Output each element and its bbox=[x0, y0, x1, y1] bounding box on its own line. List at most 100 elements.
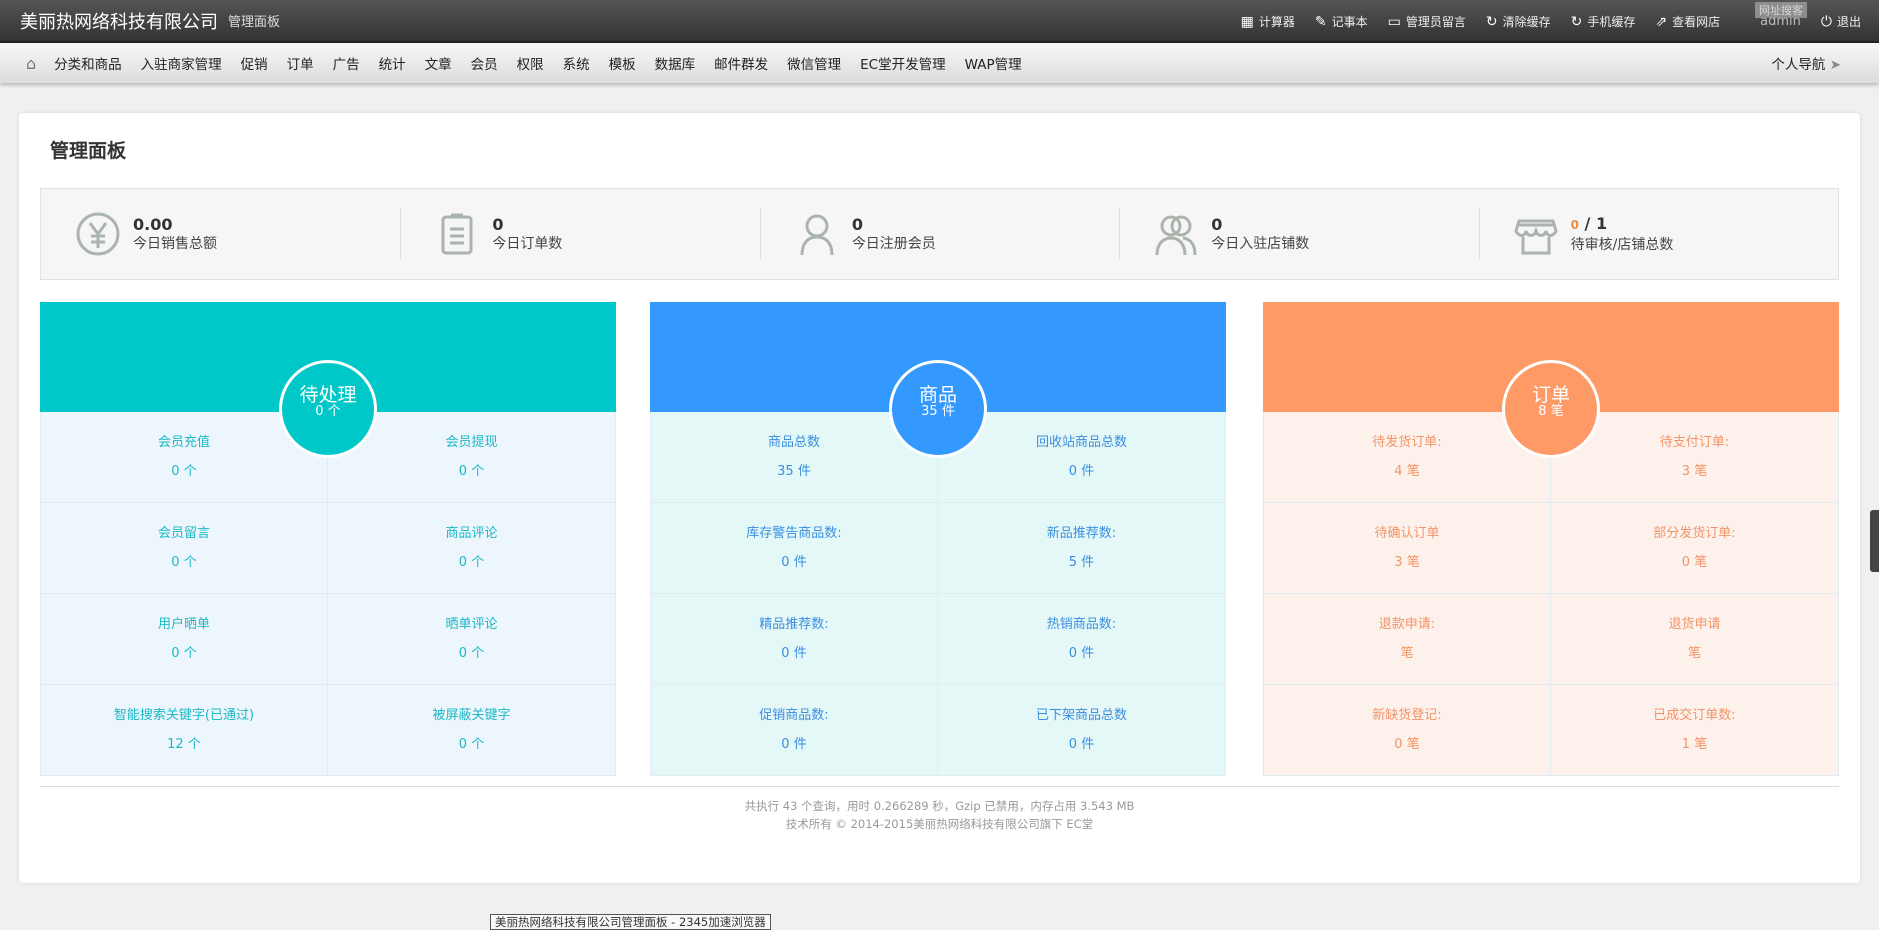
cell-label: 待支付订单: bbox=[1659, 435, 1730, 450]
cell-value: 3 笔 bbox=[1394, 555, 1420, 570]
panel-count: 0 个 bbox=[315, 404, 341, 419]
cell-value: 0 件 bbox=[1068, 464, 1095, 479]
cell-label: 促销商品数: bbox=[759, 708, 829, 723]
cell-label: 库存警告商品数: bbox=[746, 526, 842, 541]
home-icon[interactable]: ⌂ bbox=[26, 54, 36, 73]
nav-item[interactable]: 入驻商家管理 bbox=[141, 53, 222, 73]
top-link-5[interactable]: ⇗ 查看网店 bbox=[1655, 13, 1720, 30]
panel-badge: 订单 8 笔 bbox=[1502, 360, 1600, 458]
nav-item[interactable]: 分类和商品 bbox=[54, 53, 122, 73]
pending-count: 0 bbox=[1570, 217, 1579, 232]
nav-item[interactable]: 系统 bbox=[563, 53, 590, 73]
power-icon: ⏻ bbox=[1820, 13, 1832, 30]
panel-cell[interactable]: 智能搜索关键字(已通过) 12 个 bbox=[41, 685, 328, 776]
top-link-3[interactable]: ↻ 清除缓存 bbox=[1486, 13, 1551, 30]
nav-item[interactable]: 模板 bbox=[609, 53, 636, 73]
cell-label: 回收站商品总数 bbox=[1035, 435, 1127, 450]
cell-label: 会员提现 bbox=[445, 435, 498, 450]
logout-button[interactable]: ⏻ 退出 bbox=[1821, 13, 1861, 30]
cell-label: 用户晒单 bbox=[157, 617, 210, 632]
panel-cell[interactable]: 退货申请笔 bbox=[1551, 594, 1838, 685]
yen-icon bbox=[76, 212, 120, 256]
footer-stats: 共执行 43 个查询，用时 0.266289 秒，Gzip 已禁用，内存占用 3… bbox=[744, 799, 1135, 813]
edit-icon: ✎ bbox=[1314, 13, 1327, 30]
panel-cell[interactable]: 促销商品数: 0 件 bbox=[651, 685, 938, 776]
cell-label: 待发货订单: bbox=[1372, 435, 1442, 450]
footer-divider bbox=[40, 786, 1839, 787]
nav-item[interactable]: 促销 bbox=[241, 53, 268, 73]
refresh-icon: ↻ bbox=[1570, 13, 1583, 30]
cell-value: 3 笔 bbox=[1681, 464, 1708, 479]
top-link-0[interactable]: ▦ 计算器 bbox=[1241, 13, 1295, 30]
nav-item[interactable]: 微信管理 bbox=[787, 53, 841, 73]
panel-count: 35 件 bbox=[921, 404, 955, 419]
brand-name: 美丽热网络科技有限公司 bbox=[20, 11, 218, 33]
refresh-icon: ↻ bbox=[1485, 13, 1498, 30]
panel-cell[interactable]: 库存警告商品数: 0 件 bbox=[651, 503, 938, 594]
top-link-4[interactable]: ↻ 手机缓存 bbox=[1571, 13, 1636, 30]
panel-cell[interactable]: 商品评论 0 个 bbox=[328, 503, 615, 594]
cell-value: 0 个 bbox=[458, 646, 485, 661]
nav-item[interactable]: 邮件群发 bbox=[714, 53, 768, 73]
top-link-label: 计算器 bbox=[1258, 15, 1295, 29]
panel-0: 待处理 0 个会员充值 0 个会员提现 0 个会员留言 0 个商品评论 0 个用户晒单 0 … bbox=[40, 302, 616, 776]
panel-cell[interactable]: 热销商品数: 0 件 bbox=[938, 594, 1225, 685]
cell-label: 退货申请 bbox=[1668, 617, 1721, 632]
panel-badge: 待处理 0 个 bbox=[279, 360, 377, 458]
cell-label: 新品推荐数: bbox=[1046, 526, 1117, 541]
cell-value: 35 件 bbox=[777, 464, 811, 479]
panel-cell[interactable]: 新缺货登记: 0 笔 bbox=[1264, 685, 1551, 776]
panel-cell[interactable]: 新品推荐数: 5 件 bbox=[938, 503, 1225, 594]
cell-value: 0 个 bbox=[458, 464, 485, 479]
panel-cell[interactable]: 精品推荐数: 0 件 bbox=[651, 594, 938, 685]
cell-label: 待确认订单 bbox=[1374, 526, 1440, 541]
nav-item[interactable]: 文章 bbox=[425, 53, 452, 73]
panel-title: 待处理 bbox=[299, 384, 357, 406]
footer-copyright: 技术所有 © 2014-2015美丽热网络科技有限公司旗下 EC堂 bbox=[785, 817, 1094, 831]
personal-nav-label: 个人导航 bbox=[1771, 57, 1826, 73]
top-link-2[interactable]: ▭ 管理员留言 bbox=[1388, 13, 1466, 30]
nav-item[interactable]: EC堂开发管理 bbox=[860, 53, 945, 73]
stat-value: 0 bbox=[492, 214, 504, 234]
nav-item[interactable]: WAP管理 bbox=[965, 53, 1022, 73]
external-link-icon: ⇗ bbox=[1655, 13, 1668, 30]
top-link-1[interactable]: ✎ 记事本 bbox=[1315, 13, 1368, 30]
panel-cell[interactable]: 被屏蔽关键字 0 个 bbox=[328, 685, 615, 776]
top-link-label: 清除缓存 bbox=[1502, 15, 1551, 29]
stat-item: 0 / 1 待审核/店铺总数 bbox=[1478, 189, 1838, 279]
stat-label: 今日销售总额 bbox=[133, 235, 217, 252]
panel-cell[interactable]: 晒单评论 0 个 bbox=[328, 594, 615, 685]
side-widget-handle[interactable] bbox=[1870, 510, 1879, 572]
panel-2: 订单 8 笔待发货订单: 4 笔待支付订单: 3 笔待确认订单 3 笔部分发货订单: 0 … bbox=[1263, 302, 1839, 776]
panel-cell[interactable]: 会员留言 0 个 bbox=[41, 503, 328, 594]
personal-nav-link[interactable]: 个人导航 ➤ bbox=[1771, 53, 1841, 73]
cell-label: 被屏蔽关键字 bbox=[432, 708, 511, 723]
nav-item[interactable]: 数据库 bbox=[655, 53, 696, 73]
cell-label: 新缺货登记: bbox=[1372, 708, 1442, 723]
cell-value: 4 笔 bbox=[1394, 464, 1420, 479]
stat-item: 0 今日订单数 bbox=[400, 189, 759, 279]
nav-item[interactable]: 统计 bbox=[379, 53, 406, 73]
top-link-label: 手机缓存 bbox=[1587, 15, 1636, 29]
nav-item[interactable]: 会员 bbox=[471, 53, 498, 73]
panel-cell[interactable]: 退款申请: 笔 bbox=[1264, 594, 1551, 685]
top-bar: 美丽热网络科技有限公司 管理面板 ▦ 计算器 ✎ 记事本 ▭ 管理员留言 ↻ 清除缓存 ↻ 手机缓… bbox=[0, 0, 1879, 43]
panel-cell[interactable]: 部分发货订单: 0 笔 bbox=[1551, 503, 1838, 594]
nav-item[interactable]: 权限 bbox=[517, 53, 544, 73]
panel-cell[interactable]: 已成交订单数: 1 笔 bbox=[1551, 685, 1838, 776]
nav-item[interactable]: 广告 bbox=[333, 53, 360, 73]
panel-cell[interactable]: 待确认订单 3 笔 bbox=[1264, 503, 1551, 594]
panel-cell[interactable]: 已下架商品总数 0 件 bbox=[938, 685, 1225, 776]
cell-value: 0 件 bbox=[1068, 646, 1095, 661]
clipboard-icon bbox=[441, 213, 473, 255]
cell-value: 笔 bbox=[1400, 646, 1414, 661]
stat-label: 今日注册会员 bbox=[851, 235, 936, 252]
cell-value: 0 个 bbox=[458, 737, 485, 752]
cell-value: 5 件 bbox=[1068, 555, 1095, 570]
panel-cell[interactable]: 用户晒单 0 个 bbox=[41, 594, 328, 685]
page-title: 管理面板 bbox=[50, 140, 127, 162]
stat-item: 0.00 今日销售总额 bbox=[41, 189, 400, 279]
nav-item[interactable]: 订单 bbox=[287, 53, 314, 73]
stat-value: 0 bbox=[1211, 214, 1223, 234]
cell-label: 智能搜索关键字(已通过) bbox=[113, 708, 255, 723]
